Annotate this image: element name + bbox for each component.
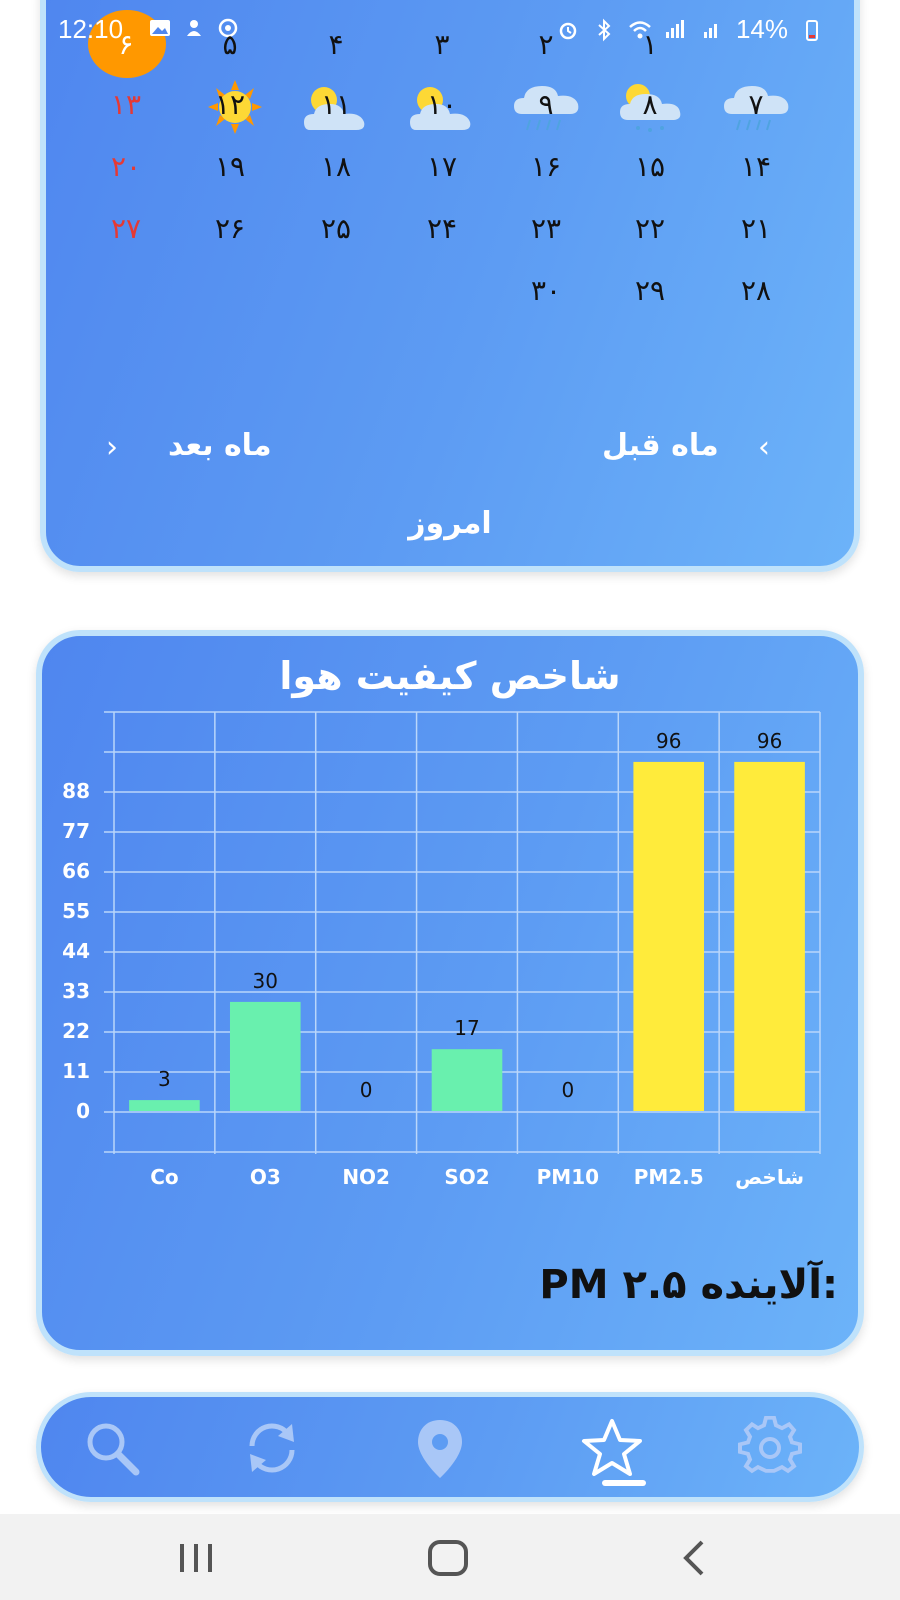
x-tick-label: O3 — [250, 1165, 281, 1189]
bar-value-label: 3 — [158, 1067, 171, 1091]
y-tick-label: 11 — [62, 1059, 90, 1083]
pollutant-value: PM ۲.۵ — [539, 1262, 687, 1308]
pollutant-label: آلاینده: — [700, 1262, 838, 1308]
chart-bar — [129, 1100, 200, 1111]
x-tick-label: PM10 — [537, 1165, 599, 1189]
air-quality-chart: 0 11 22 33 44 55 66 77 88 3 Co 30 O3 0 NO2 17 SO2 0 PM10 96… — [62, 711, 821, 1189]
search-icon[interactable] — [80, 1416, 144, 1480]
bar-value-label: 0 — [561, 1078, 574, 1102]
chart-bar — [633, 761, 705, 1111]
chart-bar — [431, 1049, 503, 1111]
back-icon[interactable] — [674, 1536, 718, 1580]
chart-bar — [229, 1001, 301, 1111]
y-tick-label: 77 — [62, 819, 90, 843]
settings-icon[interactable] — [738, 1416, 802, 1480]
y-tick-label: 44 — [62, 939, 90, 963]
y-tick-label: 0 — [76, 1099, 90, 1123]
bar-value-label: 96 — [757, 729, 782, 753]
y-tick-label: 55 — [62, 899, 90, 923]
refresh-icon[interactable] — [240, 1416, 304, 1480]
star-icon[interactable] — [580, 1416, 644, 1480]
bar-value-label: 0 — [360, 1078, 373, 1102]
x-tick-label: PM2.5 — [634, 1165, 704, 1189]
y-tick-label: 22 — [62, 1019, 90, 1043]
y-tick-label: 88 — [62, 779, 90, 803]
x-tick-label: شاخص — [735, 1165, 804, 1189]
location-icon[interactable] — [408, 1416, 472, 1480]
bar-value-label: 30 — [253, 969, 278, 993]
x-tick-label: SO2 — [444, 1165, 489, 1189]
chart-bar — [734, 761, 805, 1111]
x-tick-label: Co — [150, 1165, 178, 1189]
app-screen: 12:10 14% ۶ ۵ ۴ ۳ ۲ ۱ ۱۳ ۱۲ ۱۱ ۱۰ ۹ ۸ ۷ … — [0, 0, 900, 1600]
y-tick-label: 66 — [62, 859, 90, 883]
home-icon[interactable] — [426, 1536, 470, 1580]
bar-value-label: 17 — [454, 1016, 479, 1040]
x-tick-label: NO2 — [342, 1165, 390, 1189]
active-tab-indicator — [602, 1480, 646, 1486]
bar-value-label: 96 — [656, 729, 681, 753]
pollutant-line: PM ۲.۵ آلاینده: — [539, 1262, 838, 1308]
recent-apps-icon[interactable] — [174, 1536, 218, 1580]
y-tick-label: 33 — [62, 979, 90, 1003]
